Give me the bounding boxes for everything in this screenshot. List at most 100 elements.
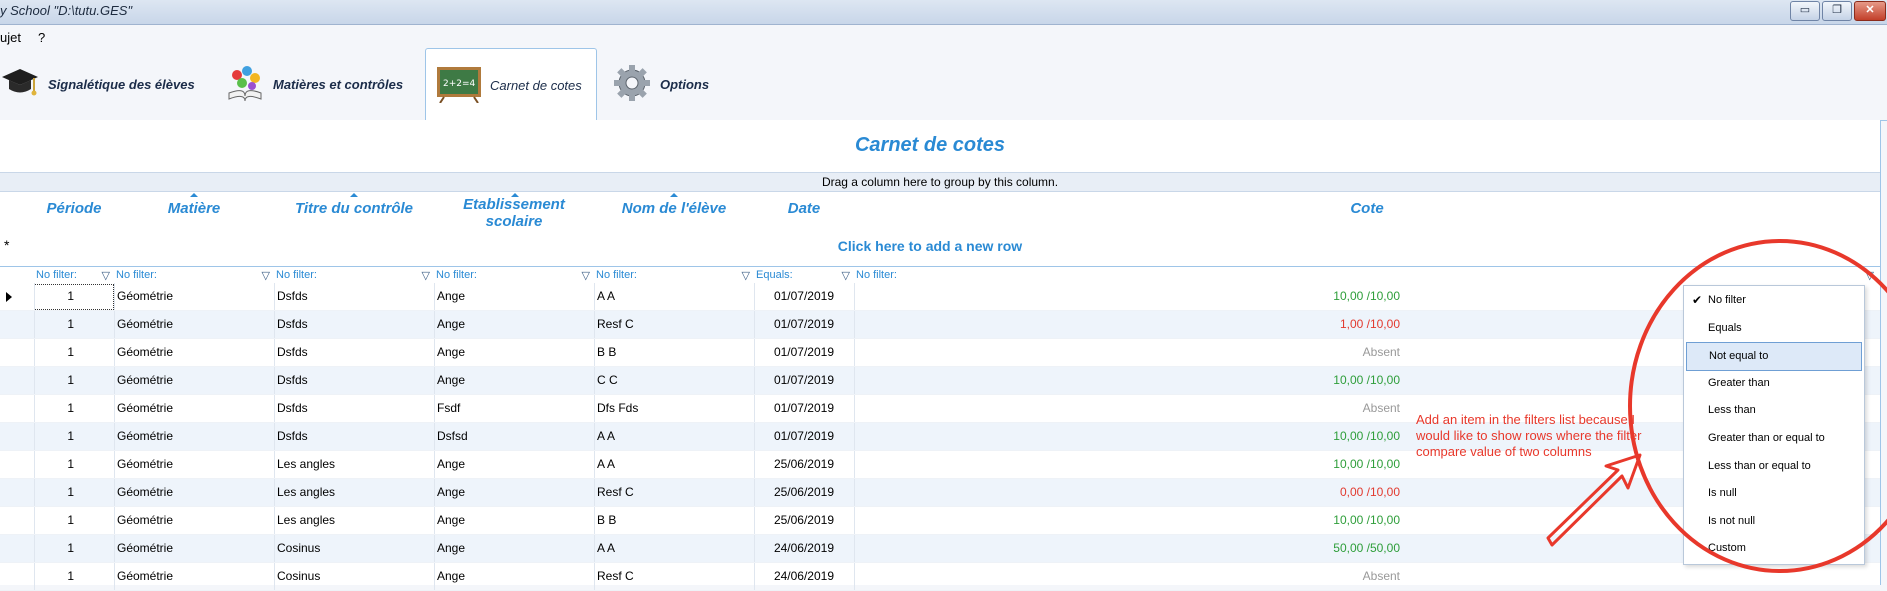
tab-options[interactable]: Options <box>612 48 732 120</box>
cell-nom[interactable]: C C <box>597 367 747 394</box>
filter-cell-cote[interactable]: No filter: ▽ <box>856 267 1876 283</box>
cell-nom[interactable]: Resf C <box>597 311 747 338</box>
cell-titre[interactable]: Dsfds <box>277 283 427 310</box>
cell-matiere[interactable]: Géométrie <box>117 283 267 310</box>
column-header-cote[interactable]: Cote <box>854 200 1880 217</box>
cell-etablissement[interactable]: Ange <box>437 283 587 310</box>
cell-periode[interactable]: 1 <box>36 479 74 506</box>
cell-matiere[interactable]: Géométrie <box>117 563 267 590</box>
cell-etablissement[interactable]: Ange <box>437 339 587 366</box>
cell-matiere[interactable]: Géométrie <box>117 479 267 506</box>
cell-cote[interactable]: Absent <box>856 339 1400 366</box>
column-header-date[interactable]: Date <box>754 200 854 217</box>
filter-menu-item[interactable]: Is not null <box>1684 508 1864 535</box>
cell-date[interactable]: 01/07/2019 <box>756 311 834 338</box>
cell-etablissement[interactable]: Fsdf <box>437 395 587 422</box>
cell-nom[interactable]: B B <box>597 507 747 534</box>
column-header-nom[interactable]: Nom de l'élève <box>594 200 754 217</box>
filter-cell-titre[interactable]: No filter: ▽ <box>276 267 432 283</box>
filter-menu-item[interactable]: Greater than <box>1684 370 1864 397</box>
group-by-panel[interactable]: Drag a column here to group by this colu… <box>0 172 1880 192</box>
cell-periode[interactable]: 1 <box>36 339 74 366</box>
cell-etablissement[interactable]: Ange <box>437 507 587 534</box>
cell-matiere[interactable]: Géométrie <box>117 339 267 366</box>
cell-nom[interactable]: A A <box>597 423 747 450</box>
cell-periode[interactable]: 1 <box>36 451 74 478</box>
cell-nom[interactable]: A A <box>597 451 747 478</box>
column-header-titre[interactable]: Titre du contrôle <box>274 200 434 217</box>
cell-matiere[interactable]: Géométrie <box>117 451 267 478</box>
cell-titre[interactable]: Les angles <box>277 451 427 478</box>
cell-cote[interactable]: 10,00 /10,00 <box>856 507 1400 534</box>
cell-date[interactable]: 25/06/2019 <box>756 507 834 534</box>
table-row[interactable]: 1 Géométrie Les angles Ange Resf C 25/06/2019… <box>0 479 1880 507</box>
cell-matiere[interactable]: Géométrie <box>117 535 267 562</box>
filter-icon[interactable]: ▽ <box>1866 268 1874 284</box>
cell-date[interactable]: 24/06/2019 <box>756 563 834 590</box>
table-row[interactable]: 1 Géométrie Dsfds Ange B B 01/07/2019 Absent <box>0 339 1880 367</box>
filter-menu-item[interactable]: Greater than or equal to <box>1684 425 1864 452</box>
cell-cote[interactable]: 10,00 /10,00 <box>856 423 1400 450</box>
cell-matiere[interactable]: Géométrie <box>117 367 267 394</box>
cell-matiere[interactable]: Géométrie <box>117 423 267 450</box>
cell-periode[interactable]: 1 <box>36 311 74 338</box>
cell-cote[interactable]: 0,00 /10,00 <box>856 479 1400 506</box>
cell-periode[interactable]: 1 <box>36 395 74 422</box>
cell-date[interactable]: 01/07/2019 <box>756 423 834 450</box>
cell-matiere[interactable]: Géométrie <box>117 395 267 422</box>
cell-etablissement[interactable]: Ange <box>437 535 587 562</box>
cell-etablissement[interactable]: Ange <box>437 563 587 590</box>
cell-titre[interactable]: Dsfds <box>277 367 427 394</box>
filter-menu-item[interactable]: Equals <box>1684 315 1864 342</box>
filter-cell-etablissement[interactable]: No filter: ▽ <box>436 267 592 283</box>
cell-periode[interactable]: 1 <box>36 367 74 394</box>
cell-matiere[interactable]: Géométrie <box>117 507 267 534</box>
cell-date[interactable]: 01/07/2019 <box>756 339 834 366</box>
cell-cote[interactable]: 10,00 /10,00 <box>856 367 1400 394</box>
cell-nom[interactable]: Dfs Fds <box>597 395 747 422</box>
cell-date[interactable]: 01/07/2019 <box>756 395 834 422</box>
cell-titre[interactable]: Cosinus <box>277 563 427 590</box>
cell-cote[interactable]: 50,00 /50,00 <box>856 535 1400 562</box>
cell-titre[interactable]: Dsfds <box>277 395 427 422</box>
cell-cote[interactable]: 1,00 /10,00 <box>856 311 1400 338</box>
filter-menu-item[interactable]: Not equal to <box>1686 342 1862 372</box>
filter-cell-matiere[interactable]: No filter: ▽ <box>116 267 272 283</box>
cell-periode[interactable]: 1 <box>36 423 74 450</box>
cell-periode[interactable]: 1 <box>36 283 74 310</box>
cell-cote[interactable]: 10,00 /10,00 <box>856 283 1400 310</box>
filter-icon[interactable]: ▽ <box>582 268 590 284</box>
cell-titre[interactable]: Dsfds <box>277 339 427 366</box>
filter-icon[interactable]: ▽ <box>262 268 270 284</box>
cell-etablissement[interactable]: Ange <box>437 367 587 394</box>
cell-periode[interactable]: 1 <box>36 563 74 590</box>
filter-menu-item[interactable]: Custom <box>1684 535 1864 562</box>
tab-signaletique[interactable]: Signalétique des élèves <box>0 48 210 120</box>
filter-icon[interactable]: ▽ <box>102 268 110 284</box>
filter-cell-periode[interactable]: No filter: ▽ <box>36 267 112 283</box>
cell-nom[interactable]: Resf C <box>597 563 747 590</box>
cell-cote[interactable]: Absent <box>856 563 1400 590</box>
filter-icon[interactable]: ▽ <box>742 268 750 284</box>
table-row[interactable]: 1 Géométrie Dsfds Ange A A 01/07/2019 10,00 /1… <box>0 283 1880 311</box>
cell-titre[interactable]: Dsfds <box>277 423 427 450</box>
table-row[interactable]: 1 Géométrie Dsfds Ange C C 01/07/2019 10,00 /1… <box>0 367 1880 395</box>
tab-carnet-de-cotes[interactable]: 2+2=4 Carnet de cotes <box>425 48 597 122</box>
column-header-matiere[interactable]: Matière <box>114 200 274 217</box>
close-button[interactable]: ✕ <box>1854 1 1886 21</box>
cell-date[interactable]: 25/06/2019 <box>756 451 834 478</box>
cell-date[interactable]: 25/06/2019 <box>756 479 834 506</box>
filter-cell-nom[interactable]: No filter: ▽ <box>596 267 752 283</box>
cell-date[interactable]: 24/06/2019 <box>756 535 834 562</box>
new-row[interactable]: * Click here to add a new row <box>0 234 1880 256</box>
filter-menu-item[interactable]: ✔ No filter <box>1684 287 1864 314</box>
cell-date[interactable]: 01/07/2019 <box>756 367 834 394</box>
cell-periode[interactable]: 1 <box>36 507 74 534</box>
cell-date[interactable]: 01/07/2019 <box>756 283 834 310</box>
column-header-etablissement[interactable]: Etablissement scolaire <box>434 196 594 230</box>
cell-nom[interactable]: A A <box>597 535 747 562</box>
cell-matiere[interactable]: Géométrie <box>117 311 267 338</box>
cell-titre[interactable]: Cosinus <box>277 535 427 562</box>
table-row[interactable]: 1 Géométrie Cosinus Ange Resf C 24/06/2019 Abs… <box>0 563 1880 591</box>
table-row[interactable]: 1 Géométrie Les angles Ange B B 25/06/2019 10,… <box>0 507 1880 535</box>
